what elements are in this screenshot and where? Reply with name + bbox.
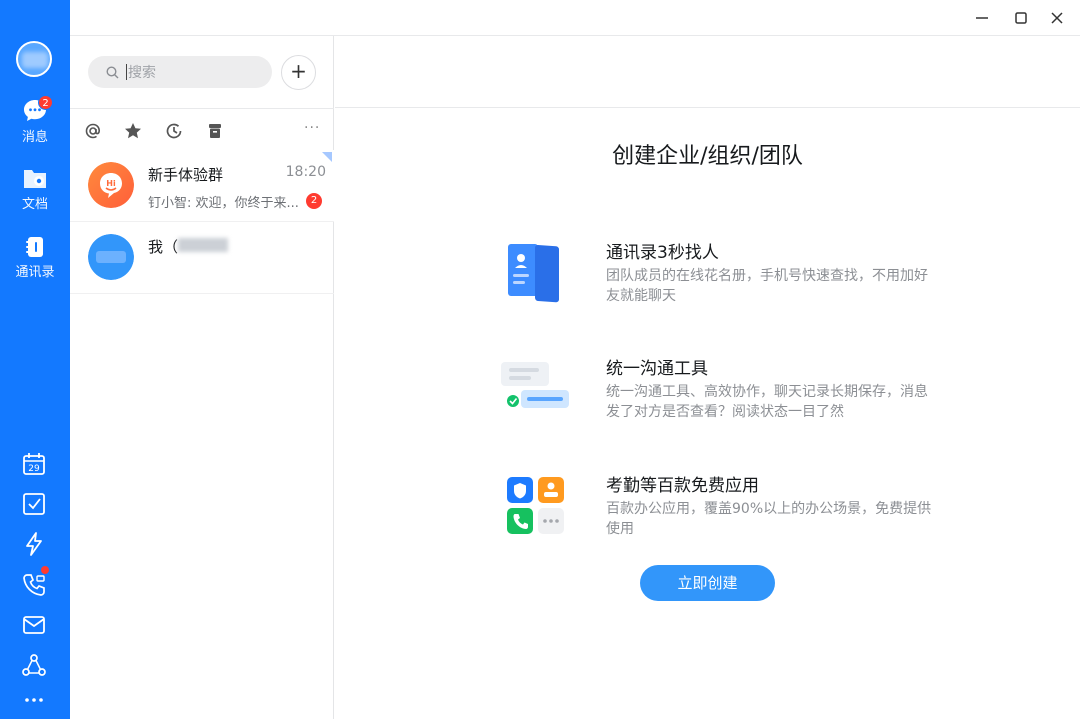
feature-description: 统一沟通工具、高效协作，聊天记录长期保存，消息发了对方是否查看？阅读状态一目了然: [606, 384, 928, 420]
search-box[interactable]: [88, 56, 272, 88]
feature-apps: 考勤等百款免费应用 百款办公应用，覆盖90%以上的办公场景，免费提供使用: [495, 471, 935, 551]
conversation-name: 新手体验群: [148, 166, 224, 184]
conversation-item[interactable]: Hi 新手体验群 18:20 钉小智: 欢迎，你终于来... 2: [70, 150, 334, 222]
nav-label-contacts: 通讯录: [15, 265, 55, 280]
phone-icon[interactable]: [21, 572, 47, 598]
nav-item-messages[interactable]: 消息: [0, 98, 70, 145]
apps-grid-icon: [507, 477, 564, 534]
feature-description: 百款办公应用，覆盖90%以上的办公场景，免费提供使用: [606, 501, 932, 537]
nav-label-messages: 消息: [21, 130, 48, 145]
search-icon: [106, 66, 119, 79]
feature-contacts: 通讯录3秒找人 团队成员的在线花名册，手机号快速查找，不用加好友就能聊天: [495, 238, 935, 318]
filter-more-icon[interactable]: ···: [304, 120, 320, 136]
create-now-button[interactable]: 立即创建: [640, 565, 775, 601]
feature-communication: 统一沟通工具 统一沟通工具、高效协作，聊天记录长期保存，消息发了对方是否查看？阅…: [495, 354, 935, 434]
minimize-icon[interactable]: [970, 6, 994, 30]
star-icon[interactable]: [123, 121, 143, 141]
clock-icon[interactable]: [164, 121, 184, 141]
calendar-icon[interactable]: 29: [21, 451, 47, 477]
redacted-name: [178, 238, 228, 252]
conversation-panel: + ··· Hi 新手: [70, 36, 334, 719]
feature-description: 团队成员的在线花名册，手机号快速查找，不用加好友就能聊天: [606, 268, 928, 304]
right-header: [335, 36, 1080, 108]
svg-text:Hi: Hi: [106, 179, 116, 188]
nav-item-contacts[interactable]: 通讯录: [0, 235, 70, 280]
contacts-book-icon: [26, 237, 43, 257]
nav-label-docs: 文档: [21, 197, 48, 212]
archive-icon[interactable]: [205, 121, 225, 141]
self-avatar: [88, 234, 134, 280]
at-icon[interactable]: [83, 121, 103, 141]
search-input[interactable]: [128, 62, 258, 82]
nav-item-docs[interactable]: 文档: [0, 167, 70, 212]
phone-notification-dot: [41, 566, 49, 574]
feature-heading: 通讯录3秒找人: [606, 243, 719, 263]
panel-divider: [70, 108, 334, 109]
conversation-name: 我（: [148, 238, 179, 256]
app-window: 消息 2 文档 通讯录 29 搜索 + ··· Hi 新手体验群 18:20 钉…: [0, 0, 1080, 719]
more-icon[interactable]: [21, 692, 47, 708]
chat-bubbles-icon: [501, 362, 569, 408]
feature-heading: 考勤等百款免费应用: [606, 476, 759, 496]
calendar-day-text: 29: [28, 464, 40, 474]
conversation-time: 18:20: [285, 164, 326, 180]
page-title: 创建企业/组织/团队: [612, 144, 803, 169]
todo-icon[interactable]: [21, 491, 47, 517]
conversation-item[interactable]: 我（: [70, 222, 334, 294]
contacts-card-icon: [508, 244, 559, 303]
feature-heading: 统一沟通工具: [606, 359, 708, 379]
onboarding-panel: 创建企业/组织/团队 通讯录3秒找人 团队成员的在线花名册，手机号快速查找，不用…: [335, 108, 1080, 719]
folder-icon: [24, 170, 46, 188]
unread-badge: 2: [306, 193, 322, 209]
close-icon[interactable]: [1045, 6, 1069, 30]
nav-rail: 消息 2 文档 通讯录 29: [0, 0, 70, 719]
conversation-preview: 钉小智: 欢迎，你终于来...: [148, 196, 298, 211]
group-avatar-hi-icon: Hi: [88, 162, 134, 208]
mail-icon[interactable]: [21, 612, 47, 638]
add-button[interactable]: +: [281, 55, 316, 90]
text-cursor: [126, 64, 127, 80]
title-bar: [70, 0, 1080, 36]
lightning-icon[interactable]: [21, 531, 47, 557]
pinned-corner-marker: [322, 152, 332, 162]
apps-icon[interactable]: [21, 653, 47, 679]
user-avatar[interactable]: [16, 41, 52, 77]
messages-unread-badge: 2: [38, 95, 53, 110]
maximize-icon[interactable]: [1009, 6, 1033, 30]
